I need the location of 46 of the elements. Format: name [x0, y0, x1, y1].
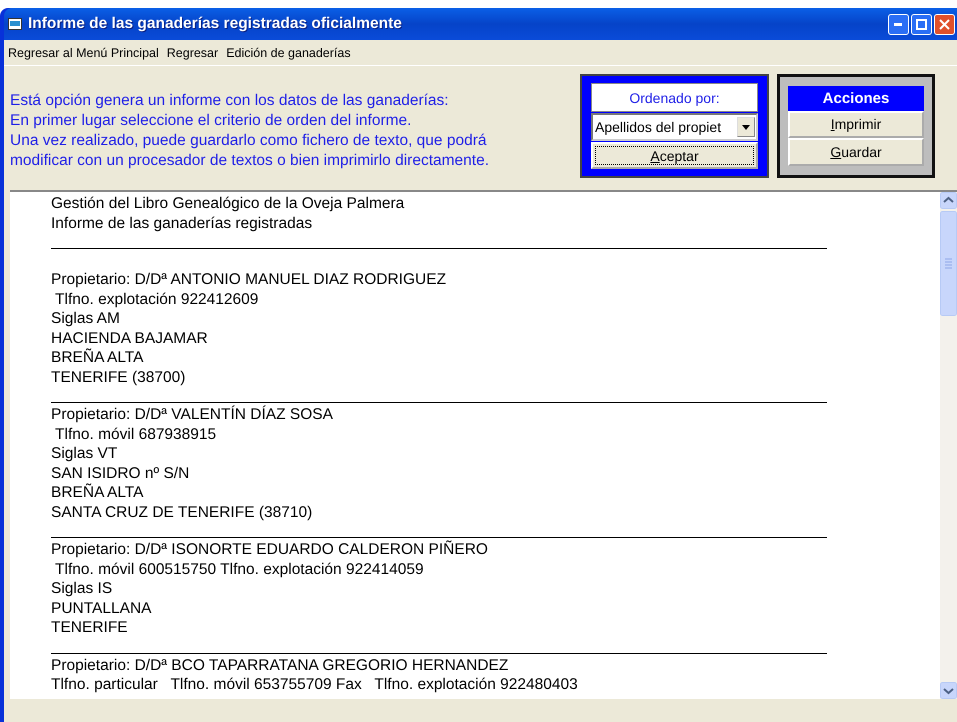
report-line: Tlfno. particular Tlfno. móvil 653755709 Fax Tlfno. explotación 922480403 — [51, 675, 579, 694]
report-line: Propietario: D/Dª BCO TAPARRATANA GREGORIO HERNANDEZ — [51, 656, 510, 675]
action-button[interactable]: Guardar — [788, 138, 924, 166]
report-line: BREÑA ALTA — [51, 348, 144, 368]
window-icon — [8, 18, 22, 30]
report-line: TENERIFE — [51, 618, 129, 638]
order-label: Ordenado por: — [591, 83, 758, 112]
report-line: Siglas AM — [51, 309, 121, 328]
info-text: modificar con un procesador de textos o bien imprimirlo directamente. — [10, 151, 490, 171]
report-heading: Gestión del Libro Genealógico de la Oveja Palmera — [51, 194, 406, 214]
close-button[interactable] — [934, 14, 955, 34]
report-line: Propietario: D/Dª ISONORTE EDUARDO CALDERON PIÑERO — [51, 540, 489, 560]
close-icon — [939, 18, 950, 30]
minimize-button[interactable] — [888, 14, 909, 34]
vertical-scrollbar[interactable] — [940, 192, 957, 699]
window-title: Informe de las ganaderías registradas oficialmente — [28, 15, 403, 33]
info-text: En primer lugar seleccione el criterio de orden del informe. — [10, 111, 412, 131]
maximize-button[interactable] — [911, 14, 932, 34]
menu-item[interactable]: Regresar — [166, 46, 218, 60]
report-line: Propietario: D/Dª ANTONIO MANUEL DIAZ RODRIGUEZ — [51, 270, 448, 290]
report-line: Siglas IS — [51, 579, 114, 598]
info-text: Está opción genera un informe con los datos de las ganaderías: — [10, 91, 450, 111]
report-heading: Informe de las ganaderías registradas — [51, 214, 314, 233]
report-line: TENERIFE (38700) — [51, 368, 186, 387]
report-line: Tlfno. explotación 922412609 — [54, 290, 260, 309]
report-line: BREÑA ALTA — [51, 483, 144, 502]
report-line: Siglas VT — [51, 444, 118, 464]
action-button[interactable]: Imprimir — [788, 110, 924, 138]
report-line: Tlfno. móvil 687938915 — [54, 424, 218, 444]
info-text: Una vez realizado, puede guardarlo como fichero de texto, que podrá — [10, 131, 488, 151]
order-dropdown[interactable]: Apellidos del propiet — [591, 113, 758, 141]
report-line: Tlfno. móvil 600515750 Tlfno. explotación 922414059 — [54, 560, 425, 579]
menu-item[interactable]: Edición de ganaderías — [226, 46, 351, 60]
accept-button[interactable]: Aceptar — [591, 142, 758, 169]
report-line: HACIENDA BAJAMAR — [51, 328, 209, 348]
maximize-icon — [916, 18, 927, 30]
menu-item[interactable]: Regresar al Menú Principal — [8, 46, 159, 60]
report-line: SANTA CRUZ DE TENERIFE (38710) — [51, 502, 314, 522]
report-line: PUNTALLANA — [51, 598, 152, 618]
scroll-up-icon[interactable] — [940, 192, 957, 209]
minimize-icon — [894, 22, 903, 26]
scroll-thumb[interactable] — [940, 211, 957, 316]
scroll-down-icon[interactable] — [940, 682, 957, 699]
report-line: SAN ISIDRO nº S/N — [51, 464, 190, 483]
actions-title: Acciones — [788, 86, 924, 111]
report-line: Propietario: D/Dª VALENTÍN DÍAZ SOSA — [51, 405, 334, 424]
